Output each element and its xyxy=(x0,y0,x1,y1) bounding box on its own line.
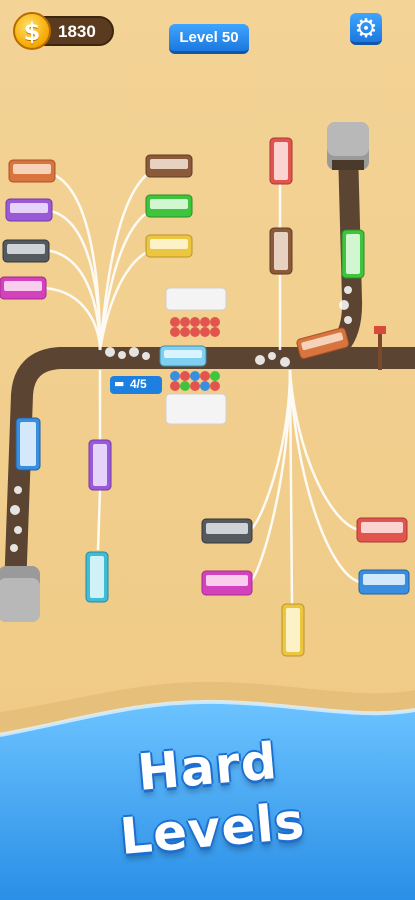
bus-cyan-vertical[interactable] xyxy=(85,551,109,603)
level-label: Level 50 xyxy=(179,29,239,46)
gear-icon: ⚙ xyxy=(354,14,378,44)
bus-brown[interactable] xyxy=(145,154,193,178)
bus-gray[interactable] xyxy=(2,239,50,263)
station-bottom xyxy=(165,371,227,425)
bus-brown-vertical[interactable] xyxy=(269,227,293,275)
bus-blue-bottom[interactable] xyxy=(358,569,410,595)
bus-red-bottom[interactable] xyxy=(356,517,408,543)
station-capacity-badge: ▬ 4/5 xyxy=(110,376,162,394)
bus-blue-vertical[interactable] xyxy=(15,417,41,471)
bus-gray-bottom[interactable] xyxy=(201,518,253,544)
bus-magenta-bottom[interactable] xyxy=(201,570,253,596)
bus-green-vertical[interactable] xyxy=(341,229,365,279)
bus-purple[interactable] xyxy=(5,198,53,222)
bus-red-vertical[interactable] xyxy=(269,137,293,185)
tunnel-top-right xyxy=(327,122,369,170)
bus-yellow[interactable] xyxy=(145,234,193,258)
bus-magenta[interactable] xyxy=(0,276,47,300)
bus-yellow-vertical[interactable] xyxy=(281,603,305,657)
bus-at-station[interactable] xyxy=(159,345,207,367)
level-badge: Level 50 xyxy=(169,24,249,54)
bus-icon: ▬ xyxy=(114,377,125,390)
dollar-coin-icon: $ xyxy=(13,12,51,50)
bus-purple-vertical[interactable] xyxy=(88,439,112,491)
bus-green[interactable] xyxy=(145,194,193,218)
settings-button[interactable]: ⚙ xyxy=(350,13,382,45)
capacity-label: 4/5 xyxy=(130,377,147,391)
tunnel-bottom-left xyxy=(0,566,40,622)
bus-orange[interactable] xyxy=(8,159,56,183)
coin-value: 1830 xyxy=(58,22,96,41)
dollar-sign-glyph: $ xyxy=(23,18,41,46)
